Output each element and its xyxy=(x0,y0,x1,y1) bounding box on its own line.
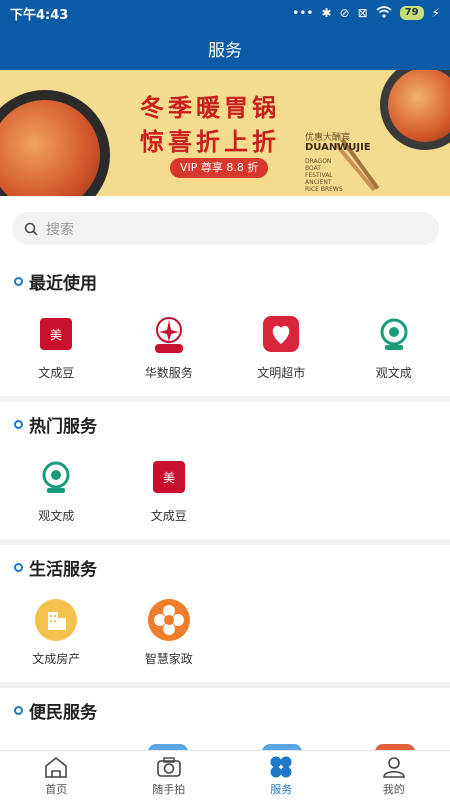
promo-banner[interactable]: 冬季暖胃锅 惊喜折上折 VIP 尊享 8.8 折 优惠大酬宾 DUANWUJIE… xyxy=(0,70,450,196)
svg-text:美: 美 xyxy=(163,471,175,485)
service-label: 文成房产 xyxy=(32,652,81,666)
hotpot-image-left xyxy=(0,90,110,196)
hotpot-image-right xyxy=(380,70,450,150)
service-wenchengdou[interactable]: 美 文成豆 xyxy=(113,455,226,524)
bottom-tab-bar: 首页 随手拍 服务 我的 xyxy=(0,750,450,800)
section-header: 最近使用 xyxy=(0,266,450,296)
service-label: 文成豆 xyxy=(150,509,187,523)
service-grid: 文成房产 智慧家政 xyxy=(0,582,450,667)
tab-home[interactable]: 首页 xyxy=(0,751,113,800)
service-grid: 美 文成豆 华数服务 文明超市 观文成 xyxy=(0,296,450,381)
section-header: 便民服务 xyxy=(0,695,450,725)
page-title: 服务 xyxy=(208,40,242,61)
huashu-icon xyxy=(147,312,191,356)
service-guanwencheng[interactable]: 观文成 xyxy=(0,455,113,524)
section-header: 生活服务 xyxy=(0,552,450,582)
service-housekeeping[interactable]: 智慧家政 xyxy=(113,598,226,667)
banner-vip-badge: VIP 尊享 8.8 折 xyxy=(170,158,269,178)
section-title: 最近使用 xyxy=(29,273,97,294)
search-input[interactable]: 搜索 xyxy=(12,212,439,245)
user-icon xyxy=(382,756,405,778)
section-divider xyxy=(0,682,450,688)
section-dot-icon xyxy=(14,419,23,429)
service-grid: 观文成 美 文成豆 xyxy=(0,439,450,524)
service-real-estate[interactable]: 文成房产 xyxy=(0,598,113,667)
flower-icon xyxy=(147,598,191,642)
vibrate-icon: ⊘ xyxy=(339,6,350,20)
banner-title-2: 惊喜折上折 xyxy=(140,128,280,156)
section-recent: 最近使用 美 文成豆 华数服务 文明超市 观文成 xyxy=(0,266,450,381)
search-icon xyxy=(24,222,38,236)
section-dot-icon xyxy=(14,705,23,715)
tab-profile[interactable]: 我的 xyxy=(338,751,450,800)
section-header: 热门服务 xyxy=(0,409,450,439)
charging-icon: ⚡ xyxy=(431,6,440,20)
service-label: 华数服务 xyxy=(144,366,193,380)
market-icon xyxy=(259,312,303,356)
section-people: 便民服务 xyxy=(0,695,450,725)
section-dot-icon xyxy=(14,276,23,286)
section-title: 便民服务 xyxy=(29,702,97,723)
section-life: 生活服务 文成房产 智慧家政 xyxy=(0,552,450,667)
service-label: 观文成 xyxy=(38,509,75,523)
section-divider xyxy=(0,396,450,402)
bluetooth-icon: ✱ xyxy=(321,6,332,20)
navbar: 服务 xyxy=(0,26,450,70)
section-title: 热门服务 xyxy=(29,416,97,437)
status-bar: 下午4:43 ••• ✱ ⊘ ⊠ 79 ⚡ xyxy=(0,0,450,26)
banner-title-1: 冬季暖胃锅 xyxy=(140,94,280,122)
service-label: 文明超市 xyxy=(257,366,306,380)
wenchengdou-icon: 美 xyxy=(147,455,191,499)
status-time: 下午4:43 xyxy=(10,7,69,23)
section-dot-icon xyxy=(14,562,23,572)
tab-service[interactable]: 服务 xyxy=(225,751,338,800)
service-huashu[interactable]: 华数服务 xyxy=(113,312,226,381)
status-icons: ••• ✱ ⊘ ⊠ 79 ⚡ xyxy=(292,5,440,21)
service-guanwencheng[interactable]: 观文成 xyxy=(338,312,450,381)
service-icon xyxy=(270,756,292,777)
dots-icon: ••• xyxy=(292,6,314,20)
sim-icon: ⊠ xyxy=(357,6,368,20)
service-label: 智慧家政 xyxy=(144,652,193,666)
section-divider xyxy=(0,539,450,545)
wenchengdou-icon: 美 xyxy=(34,312,78,356)
home-icon xyxy=(45,756,68,778)
service-label: 文成豆 xyxy=(38,366,75,380)
webcam-icon xyxy=(372,312,416,356)
banner-brand-en: DUANWUJIE xyxy=(305,142,371,153)
search-placeholder: 搜索 xyxy=(46,221,74,238)
svg-text:美: 美 xyxy=(50,328,62,342)
tab-snapshot[interactable]: 随手拍 xyxy=(113,751,226,800)
webcam-icon xyxy=(34,455,78,499)
battery-icon: 79 xyxy=(399,6,424,20)
tab-label: 服务 xyxy=(270,782,293,796)
camera-icon xyxy=(156,756,181,777)
section-title: 生活服务 xyxy=(29,559,97,580)
tab-label: 首页 xyxy=(45,782,68,796)
section-hot: 热门服务 观文成 美 文成豆 xyxy=(0,409,450,524)
service-wenchengdou[interactable]: 美 文成豆 xyxy=(0,312,113,381)
banner-brand-sub: DRAGON BOAT FESTIVAL ANCIENT RICE BREWS xyxy=(305,158,343,193)
tab-label: 我的 xyxy=(382,782,405,796)
building-icon xyxy=(34,598,78,642)
service-label: 观文成 xyxy=(375,366,412,380)
service-wenming-market[interactable]: 文明超市 xyxy=(225,312,338,381)
tab-label: 随手拍 xyxy=(152,782,186,796)
wifi-icon xyxy=(376,5,392,21)
